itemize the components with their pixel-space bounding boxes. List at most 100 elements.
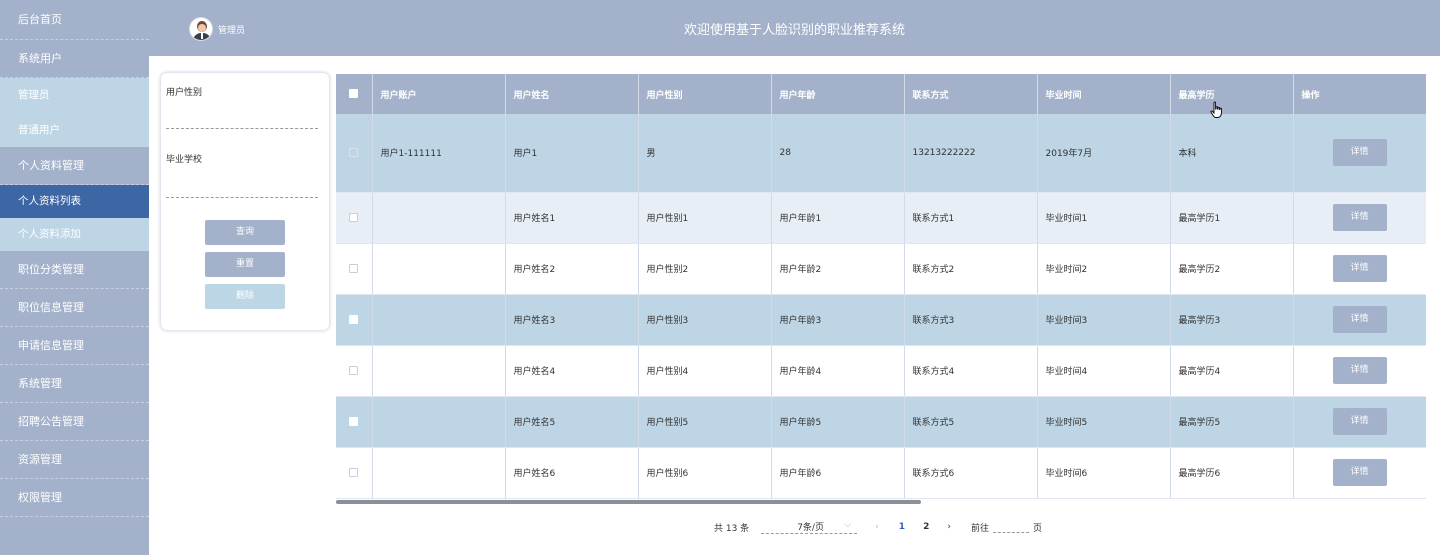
sidebar-item-permission-management[interactable]: 权限管理	[0, 479, 149, 517]
row-checkbox[interactable]	[349, 263, 359, 273]
sidebar-item-job-category[interactable]: 职位分类管理	[0, 251, 149, 289]
data-table: 用户账户 用户姓名 用户性别 用户年龄 联系方式 毕业时间 最高学历 操作 用户…	[336, 74, 1426, 504]
pagination: 共 13 条 7条/页 ⌵ ‹ 1 2 › 前往 页	[714, 519, 1042, 535]
row-checkbox[interactable]	[349, 365, 359, 375]
table-cell: 联系方式2	[904, 243, 1038, 295]
row-checkbox[interactable]	[349, 467, 359, 477]
top-header: 管理员 欢迎使用基于人脸识别的职业推荐系统	[149, 0, 1440, 56]
page-size-value: 7条/页	[797, 523, 824, 533]
table-cell: 最高学历2	[1170, 243, 1294, 295]
table-cell: 用户姓名1	[505, 192, 639, 244]
table-cell: 用户性别1	[638, 192, 772, 244]
sidebar-item-home[interactable]: 后台首页	[0, 0, 149, 40]
detail-button[interactable]: 详情	[1332, 306, 1387, 333]
row-checkbox[interactable]	[349, 147, 359, 157]
query-button[interactable]: 查询	[205, 220, 285, 245]
detail-button[interactable]: 详情	[1332, 255, 1387, 282]
col-header: 操作	[1293, 74, 1426, 114]
row-select-cell[interactable]	[336, 243, 373, 295]
table-cell: 用户性别3	[638, 294, 772, 346]
page-number-2[interactable]: 2	[923, 522, 929, 532]
col-header: 用户账户	[372, 74, 506, 114]
sidebar-item-resource-management[interactable]: 资源管理	[0, 441, 149, 479]
page-unit-label: 页	[1032, 523, 1042, 534]
reset-button[interactable]: 重置	[205, 252, 285, 277]
delete-button[interactable]: 删除	[205, 284, 285, 309]
table-cell: 用户年龄2	[771, 243, 905, 295]
sidebar-subitem-normal-user[interactable]: 普通用户	[0, 113, 149, 147]
search-panel: 用户性别 毕业学校 查询 重置 删除	[161, 73, 329, 330]
table-cell: 用户性别6	[638, 447, 772, 499]
action-cell: 详情	[1293, 114, 1426, 193]
detail-button[interactable]: 详情	[1332, 459, 1387, 486]
table-cell: 用户姓名5	[505, 396, 639, 448]
row-checkbox[interactable]	[349, 212, 359, 222]
row-select-cell[interactable]	[336, 447, 373, 499]
table-cell: 用户性别5	[638, 396, 772, 448]
action-cell: 详情	[1293, 396, 1426, 448]
sidebar-item-profile-management[interactable]: 个人资料管理	[0, 147, 149, 185]
table-cell: 联系方式4	[904, 345, 1038, 397]
row-select-cell[interactable]	[336, 192, 373, 244]
row-checkbox[interactable]	[349, 416, 359, 426]
col-header: 用户姓名	[505, 74, 639, 114]
sidebar-subitem-profile-add[interactable]: 个人资料添加	[0, 218, 149, 251]
table-cell: 最高学历4	[1170, 345, 1294, 397]
col-header: 最高学历	[1170, 74, 1294, 114]
school-input[interactable]	[166, 197, 318, 198]
table-cell: 最高学历1	[1170, 192, 1294, 244]
next-page-icon[interactable]: ›	[947, 522, 951, 532]
table-cell: 联系方式1	[904, 192, 1038, 244]
table-cell: 用户年龄4	[771, 345, 905, 397]
table-cell	[372, 396, 506, 448]
select-all-checkbox[interactable]	[349, 89, 359, 98]
row-select-cell[interactable]	[336, 294, 373, 346]
sidebar-item-recruit-notice[interactable]: 招聘公告管理	[0, 403, 149, 441]
horizontal-scrollbar[interactable]	[336, 500, 921, 504]
total-count: 共 13 条	[714, 523, 750, 534]
gender-input[interactable]	[166, 128, 318, 129]
sidebar-item-system-management[interactable]: 系统管理	[0, 365, 149, 403]
table-cell	[372, 294, 506, 346]
table-row: 用户姓名3 用户性别3 用户年龄3 联系方式3 毕业时间3 最高学历3 详情	[336, 294, 1426, 346]
goto-label: 前往	[970, 523, 989, 534]
table-cell	[372, 243, 506, 295]
table-cell: 用户姓名6	[505, 447, 639, 499]
table-cell: 毕业时间4	[1037, 345, 1171, 397]
table-header-row: 用户账户 用户姓名 用户性别 用户年龄 联系方式 毕业时间 最高学历 操作	[336, 74, 1426, 114]
row-select-cell[interactable]	[336, 114, 373, 193]
action-cell: 详情	[1293, 192, 1426, 244]
table-cell: 最高学历3	[1170, 294, 1294, 346]
table-row: 用户姓名4 用户性别4 用户年龄4 联系方式4 毕业时间4 最高学历4 详情	[336, 345, 1426, 397]
col-header: 联系方式	[904, 74, 1038, 114]
action-cell: 详情	[1293, 447, 1426, 499]
chevron-down-icon: ⌵	[844, 520, 852, 530]
prev-page-icon[interactable]: ‹	[875, 522, 879, 532]
sidebar-subitem-admin[interactable]: 管理员	[0, 78, 149, 113]
select-all-cell[interactable]	[336, 74, 373, 114]
table-cell: 用户1-111111	[372, 114, 506, 193]
table-cell: 用户性别2	[638, 243, 772, 295]
row-select-cell[interactable]	[336, 396, 373, 448]
row-select-cell[interactable]	[336, 345, 373, 397]
table-cell: 毕业时间6	[1037, 447, 1171, 499]
school-label: 毕业学校	[166, 155, 203, 165]
detail-button[interactable]: 详情	[1332, 139, 1387, 167]
table-cell: 毕业时间5	[1037, 396, 1171, 448]
page-title: 欢迎使用基于人脸识别的职业推荐系统	[683, 23, 905, 38]
sidebar-item-application-info[interactable]: 申请信息管理	[0, 327, 149, 365]
sidebar: 后台首页 系统用户 管理员 普通用户 个人资料管理 个人资料列表 个人资料添加 …	[0, 0, 149, 555]
page-number-1[interactable]: 1	[899, 522, 905, 532]
sidebar-subitem-profile-list[interactable]: 个人资料列表	[0, 185, 149, 218]
detail-button[interactable]: 详情	[1332, 204, 1387, 231]
goto-page-input[interactable]	[992, 521, 1029, 533]
detail-button[interactable]: 详情	[1332, 357, 1387, 384]
detail-button[interactable]: 详情	[1332, 408, 1387, 435]
gender-label: 用户性别	[166, 88, 203, 98]
table-cell	[372, 447, 506, 499]
sidebar-item-job-info[interactable]: 职位信息管理	[0, 289, 149, 327]
page-size-select[interactable]: 7条/页 ⌵	[761, 520, 858, 534]
table-cell: 用户性别4	[638, 345, 772, 397]
row-checkbox[interactable]	[349, 314, 359, 324]
sidebar-item-system-users[interactable]: 系统用户	[0, 40, 149, 78]
